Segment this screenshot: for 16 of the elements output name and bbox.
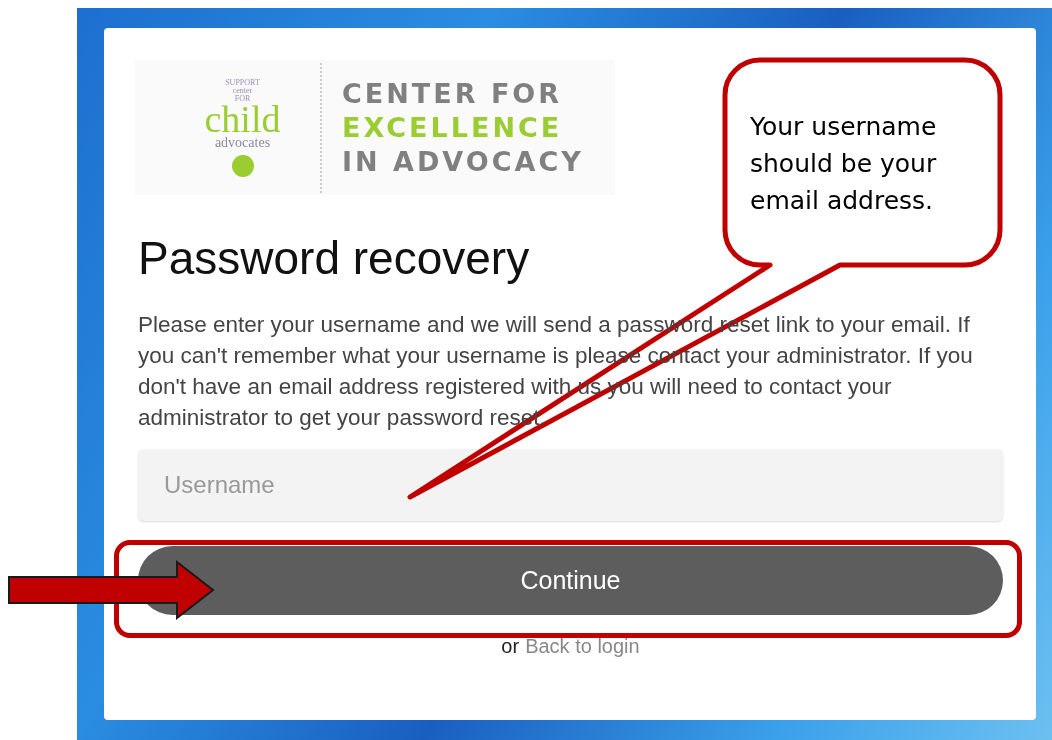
logo-text: center: [232, 86, 253, 95]
continue-button[interactable]: Continue: [138, 546, 1003, 615]
logo-text: SUPPORT: [225, 78, 260, 87]
arrow-icon: [8, 560, 215, 620]
logo-text: advocates: [214, 134, 271, 151]
username-field[interactable]: Username: [138, 449, 1003, 521]
callout-text: Your username should be your email address.: [750, 111, 938, 217]
or-text: or: [501, 635, 520, 658]
logo-text: FOR: [234, 94, 251, 103]
logo-title: IN ADVOCACY: [342, 144, 584, 179]
dot-icon: [231, 154, 254, 177]
page-heading: Password recovery: [138, 233, 531, 283]
back-to-login-link[interactable]: Back to login: [525, 635, 640, 658]
logo-title: CENTER FOR: [342, 76, 564, 111]
logo-title: EXCELLENCE: [342, 110, 564, 145]
logo-text: child: [204, 102, 281, 135]
